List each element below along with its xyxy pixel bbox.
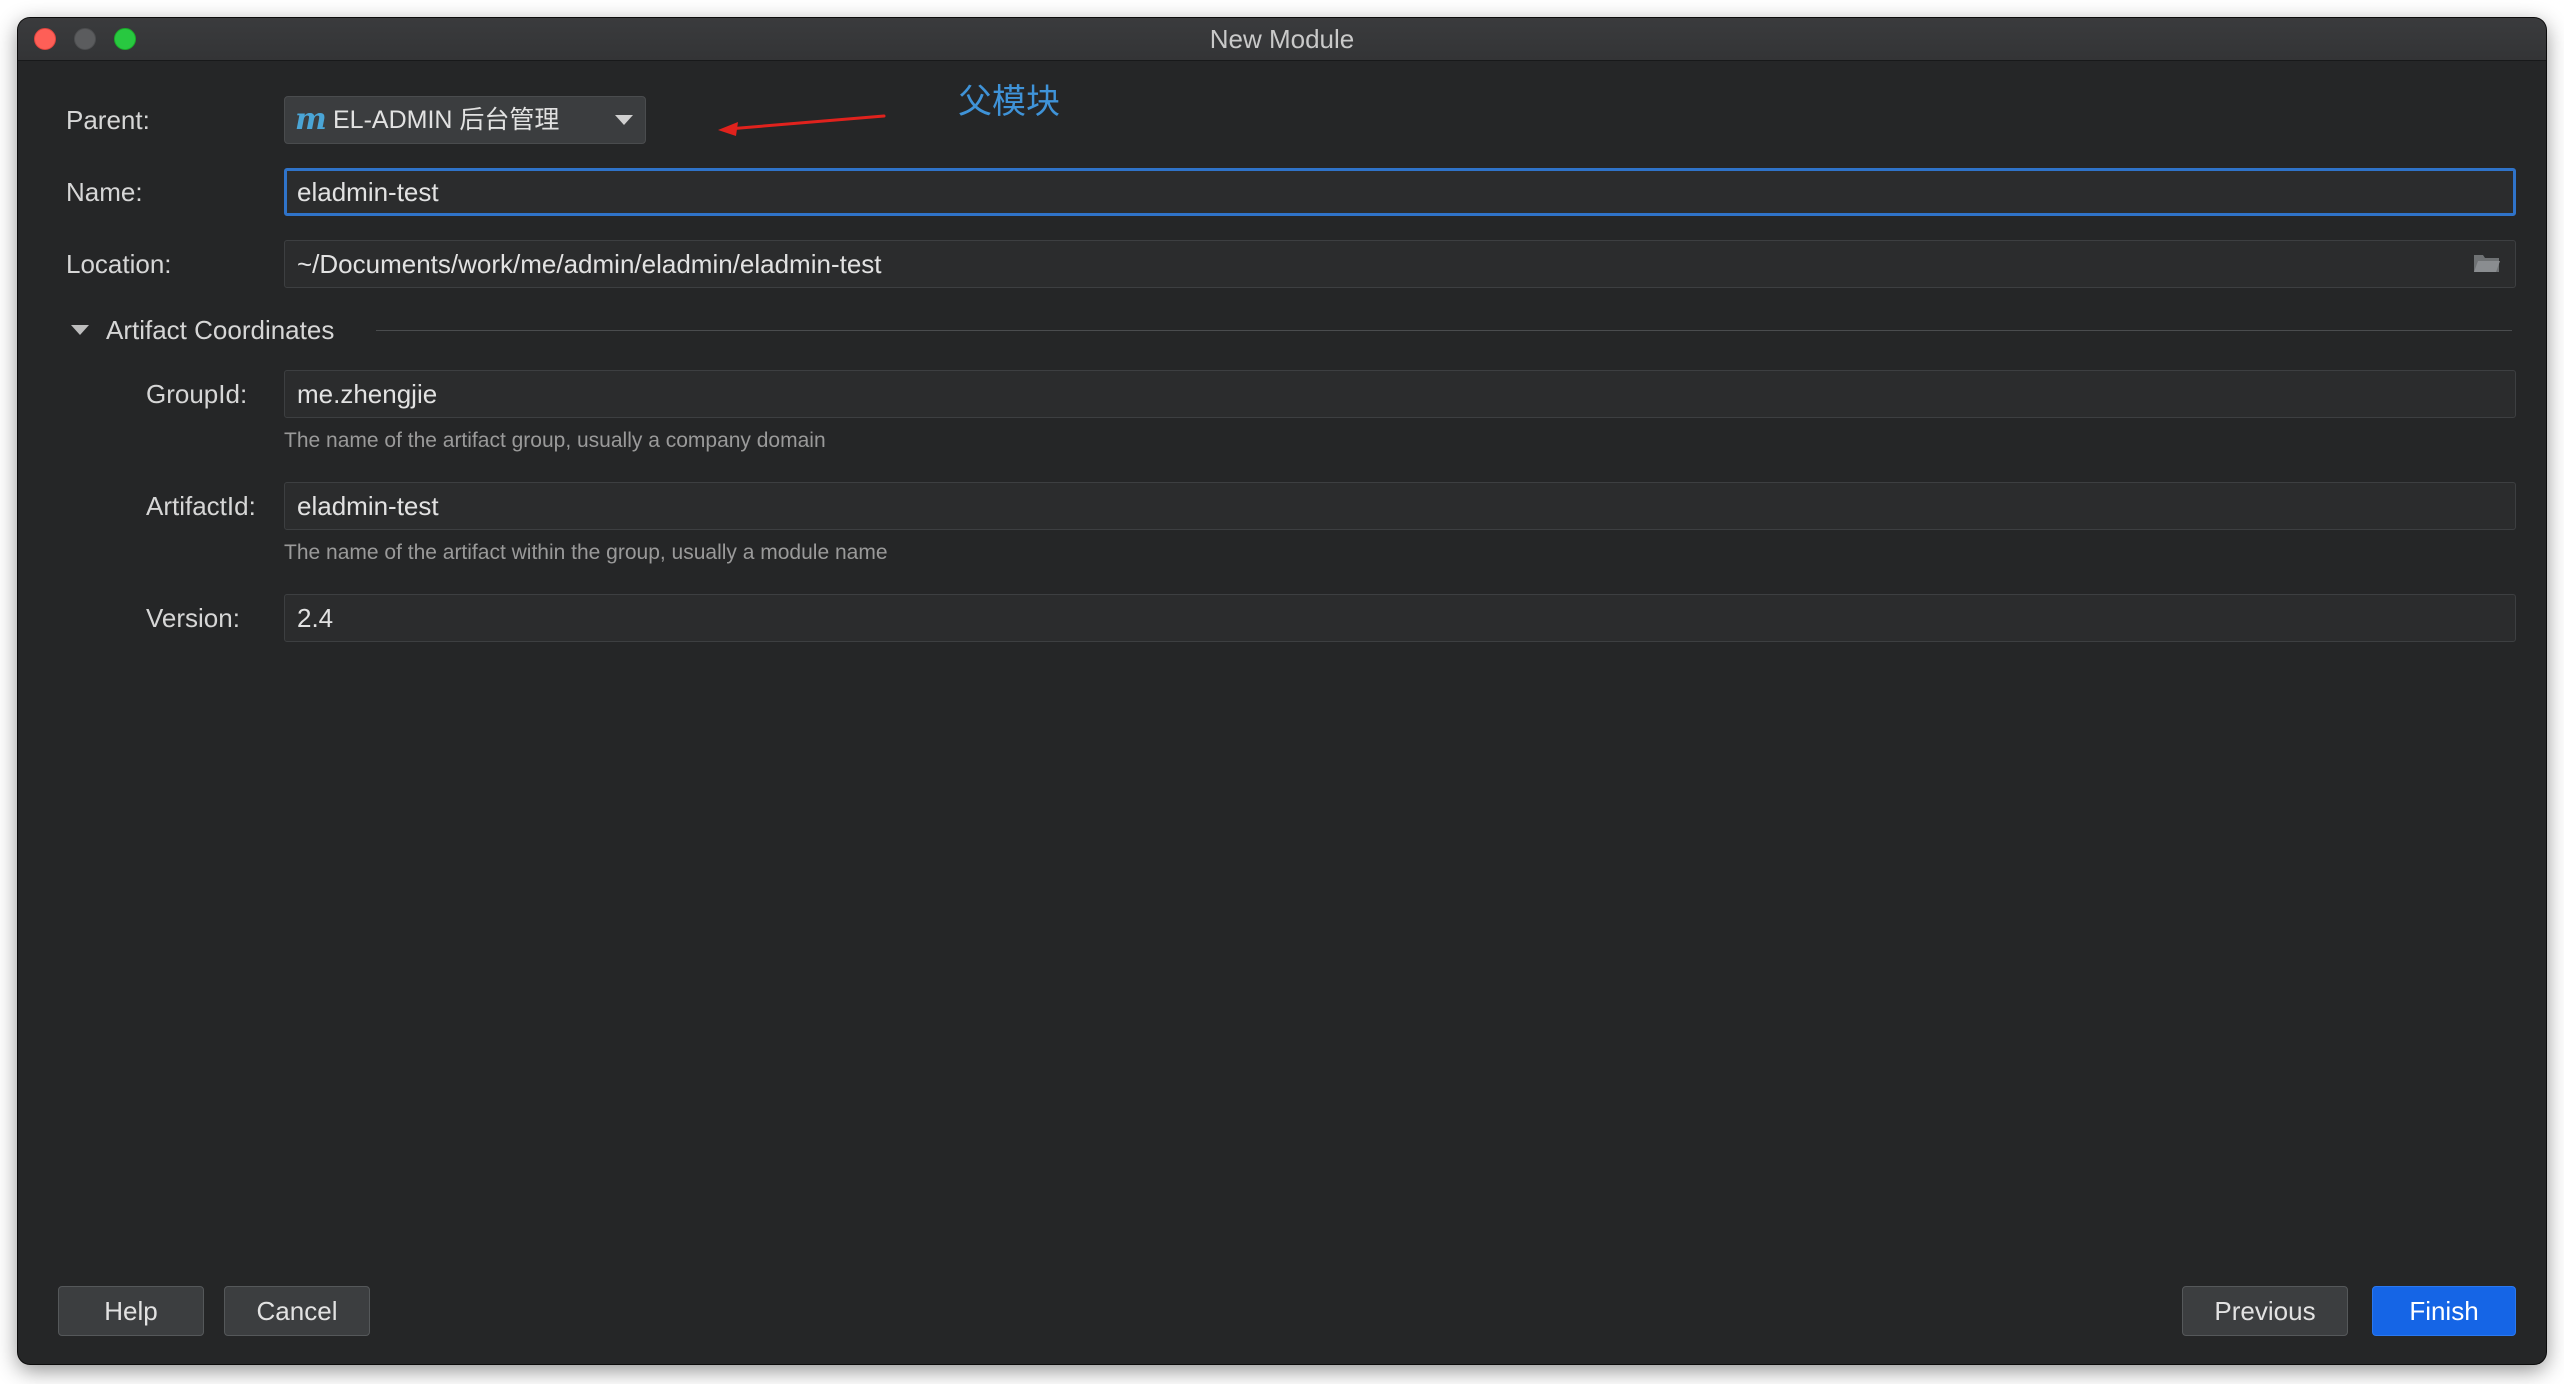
group-id-label: GroupId: xyxy=(146,379,248,409)
parent-dropdown-value: EL-ADMIN 后台管理 xyxy=(333,106,560,134)
name-label: Name: xyxy=(66,177,143,207)
parent-label: Parent: xyxy=(66,105,150,135)
folder-browse-icon[interactable] xyxy=(2473,252,2501,274)
chevron-down-icon xyxy=(615,115,633,125)
help-button[interactable]: Help xyxy=(58,1286,204,1336)
location-input[interactable]: ~/Documents/work/me/admin/eladmin/eladmi… xyxy=(284,240,2516,288)
parent-dropdown[interactable]: m EL-ADMIN 后台管理 xyxy=(284,96,646,144)
artifact-coordinates-title[interactable]: Artifact Coordinates xyxy=(106,310,334,350)
cancel-button[interactable]: Cancel xyxy=(224,1286,370,1336)
version-input[interactable]: 2.4 xyxy=(284,594,2516,642)
collapse-triangle-icon[interactable] xyxy=(71,325,89,335)
location-input-value: ~/Documents/work/me/admin/eladmin/eladmi… xyxy=(297,249,882,279)
annotation-label: 父模块 xyxy=(958,83,1060,121)
section-divider xyxy=(376,330,2512,331)
new-module-dialog: New Module Parent: m EL-ADMIN 后台管理 父模块 N… xyxy=(18,18,2546,1364)
previous-button[interactable]: Previous xyxy=(2182,1286,2348,1336)
window-title: New Module xyxy=(1209,24,1355,54)
finish-button[interactable]: Finish xyxy=(2372,1286,2516,1336)
maven-module-icon: m xyxy=(295,102,327,137)
group-id-hint: The name of the artifact group, usually … xyxy=(284,429,826,452)
artifact-id-input[interactable]: eladmin-test xyxy=(284,482,2516,530)
location-label: Location: xyxy=(66,249,172,279)
version-label: Version: xyxy=(146,603,240,633)
name-input[interactable]: eladmin-test xyxy=(284,168,2516,216)
title-bar: New Module xyxy=(18,18,2546,61)
annotation-arrow-icon xyxy=(718,114,886,136)
artifact-id-hint: The name of the artifact within the grou… xyxy=(284,541,888,564)
group-id-input[interactable]: me.zhengjie xyxy=(284,370,2516,418)
artifact-id-label: ArtifactId: xyxy=(146,491,256,521)
